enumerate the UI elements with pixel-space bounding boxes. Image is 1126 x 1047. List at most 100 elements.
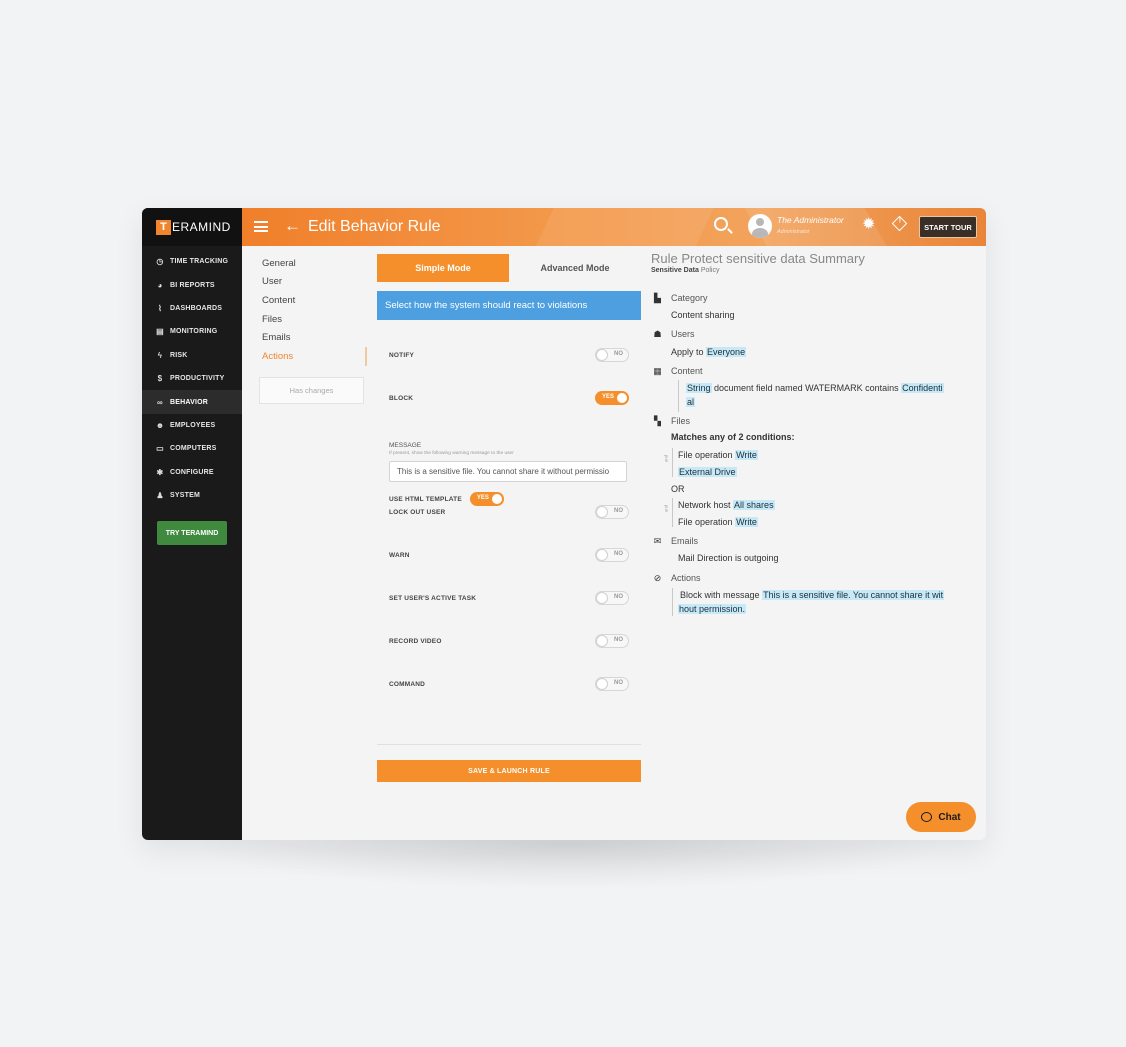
monitor-list-icon: ▤ <box>156 327 164 337</box>
actions-group-bar <box>672 588 673 616</box>
command-label: COMMAND <box>389 680 426 688</box>
lock-out-user-toggle[interactable]: NO <box>595 505 629 519</box>
sidebar-item-label: RISK <box>170 351 188 359</box>
message-hint: If present, show the following warning m… <box>389 451 514 456</box>
category-value: Content sharing <box>671 310 735 320</box>
sidebar-item-label: CONFIGURE <box>170 468 214 476</box>
hamburger-menu-icon[interactable] <box>254 221 268 232</box>
files-g1-operation: File operation Write <box>678 450 758 460</box>
sidebar-item-label: PRODUCTIVITY <box>170 375 225 383</box>
sidebar-item-computers[interactable]: ▭ COMPUTERS <box>142 437 242 460</box>
use-html-template-toggle[interactable]: YES <box>469 492 504 506</box>
pie-chart-icon: ◕ <box>157 280 163 290</box>
tab-advanced-mode[interactable]: Advanced Mode <box>509 254 641 282</box>
sidebar-item-label: BI REPORTS <box>170 281 215 289</box>
message-input[interactable]: This is a sensitive file. You cannot sha… <box>389 461 627 482</box>
alert-diamond-icon[interactable] <box>891 215 908 232</box>
logo-text: ERAMIND <box>172 220 231 234</box>
actions-form: Simple Mode Advanced Mode Select how the… <box>376 246 642 840</box>
dashboard-icon: ⌇ <box>157 303 163 313</box>
has-changes-button[interactable]: Has changes <box>259 376 364 404</box>
notify-toggle[interactable]: NO <box>595 348 629 362</box>
search-icon[interactable] <box>714 217 728 231</box>
active-task-toggle[interactable]: NO <box>595 591 629 605</box>
info-banner: Select how the system should react to vi… <box>377 291 641 320</box>
chat-bubble-icon <box>921 812 933 822</box>
use-html-template-row: USE HTML TEMPLATE YES <box>389 492 504 506</box>
files-group1-and: and <box>663 454 669 463</box>
command-toggle[interactable]: NO <box>595 677 629 691</box>
sidebar-item-dashboards[interactable]: ⌇ DASHBOARDS <box>142 297 242 320</box>
sidebar-item-label: BEHAVIOR <box>170 398 209 406</box>
emails-value: Mail Direction is outgoing <box>678 553 779 563</box>
actions-value-wrap: hout permission. <box>678 604 747 614</box>
sidebar-item-productivity[interactable]: $ PRODUCTIVITY <box>142 367 242 390</box>
clock-icon: ◷ <box>156 257 164 267</box>
page-title: Edit Behavior Rule <box>308 218 441 235</box>
actions-heading: ⊘ Actions <box>651 572 701 584</box>
sidebar-item-monitoring[interactable]: ▤ MONITORING <box>142 320 242 343</box>
content-condition-wrap: al <box>686 397 696 407</box>
content-group-bar <box>678 380 679 412</box>
try-teramind-button[interactable]: TRY TERAMIND <box>157 521 227 546</box>
record-video-label: RECORD VIDEO <box>389 637 442 645</box>
files-heading: ▚ Files <box>651 415 690 427</box>
sidebar-item-time-tracking[interactable]: ◷ TIME TRACKING <box>142 250 242 273</box>
rule-summary: Rule Protect sensitive data Summary Sens… <box>650 246 980 840</box>
step-emails[interactable]: Emails <box>242 328 367 347</box>
block-row: BLOCK YES <box>389 391 629 405</box>
step-files[interactable]: Files <box>242 310 367 329</box>
save-launch-rule-button[interactable]: SAVE & LAUNCH RULE <box>377 760 641 782</box>
chat-button[interactable]: Chat <box>906 802 976 832</box>
logo-mark: T <box>156 219 171 235</box>
dollar-icon: $ <box>157 374 163 384</box>
step-user[interactable]: User <box>242 273 367 292</box>
back-arrow-icon[interactable]: ← <box>284 216 301 236</box>
command-row: COMMAND NO <box>389 677 629 691</box>
sidebar: T ERAMIND ◷ TIME TRACKING ◕ BI REPORTS ⌇ DA… <box>142 208 242 840</box>
bolt-icon: ϟ <box>157 350 163 360</box>
step-general[interactable]: General <box>242 254 367 273</box>
files-group1-bar <box>672 448 673 477</box>
logo[interactable]: T ERAMIND <box>142 208 242 246</box>
rule-steps-panel: General User Content Files Emails Action… <box>242 246 367 840</box>
sidebar-item-bi-reports[interactable]: ◕ BI REPORTS <box>142 273 242 296</box>
warn-toggle[interactable]: NO <box>595 548 629 562</box>
avatar[interactable] <box>748 214 772 238</box>
step-content[interactable]: Content <box>242 291 367 310</box>
emails-heading: ✉ Emails <box>651 535 698 547</box>
check-circle-icon: ⊘ <box>653 572 662 583</box>
sidebar-item-system[interactable]: ♟ SYSTEM <box>142 484 242 507</box>
sidebar-item-label: DASHBOARDS <box>170 304 223 312</box>
start-tour-button[interactable]: START TOUR <box>919 216 977 238</box>
sidebar-item-label: TIME TRACKING <box>170 258 229 266</box>
sidebar-item-employees[interactable]: ☻ EMPLOYEES <box>142 414 242 437</box>
files-g1-drive: External Drive <box>678 467 737 477</box>
record-video-toggle[interactable]: NO <box>595 634 629 648</box>
lock-out-user-row: LOCK OUT USER NO <box>389 505 629 519</box>
mode-tabs: Simple Mode Advanced Mode <box>377 254 641 282</box>
settings-gear-icon[interactable]: ✹ <box>862 214 875 234</box>
warn-label: WARN <box>389 551 410 559</box>
user-name[interactable]: The Administrator <box>777 215 844 225</box>
sidebar-item-risk[interactable]: ϟ RISK <box>142 344 242 367</box>
content-condition: String document field named WATERMARK co… <box>686 383 944 393</box>
tab-simple-mode[interactable]: Simple Mode <box>377 254 509 282</box>
desktop-icon: ▭ <box>156 444 164 454</box>
file-icon: ▚ <box>654 415 661 426</box>
header-bar: ← Edit Behavior Rule The Administrator A… <box>242 208 986 246</box>
files-g2-operation: File operation Write <box>678 517 758 527</box>
header-decoration <box>521 208 723 246</box>
actions-value: Block with message This is a sensitive f… <box>680 590 945 600</box>
sidebar-item-configure[interactable]: ✱ CONFIGURE <box>142 461 242 484</box>
active-task-label: SET USER'S ACTIVE TASK <box>389 594 477 602</box>
sidebar-item-behavior[interactable]: ∞ BEHAVIOR <box>142 390 242 414</box>
files-or: OR <box>671 484 685 494</box>
user-icon: ☻ <box>155 420 165 430</box>
category-heading: ▙ Category <box>651 292 708 304</box>
divider <box>377 744 641 745</box>
warn-row: WARN NO <box>389 548 629 562</box>
block-toggle[interactable]: YES <box>595 391 629 405</box>
sidebar-item-label: MONITORING <box>170 328 218 336</box>
step-actions[interactable]: Actions <box>242 346 367 366</box>
